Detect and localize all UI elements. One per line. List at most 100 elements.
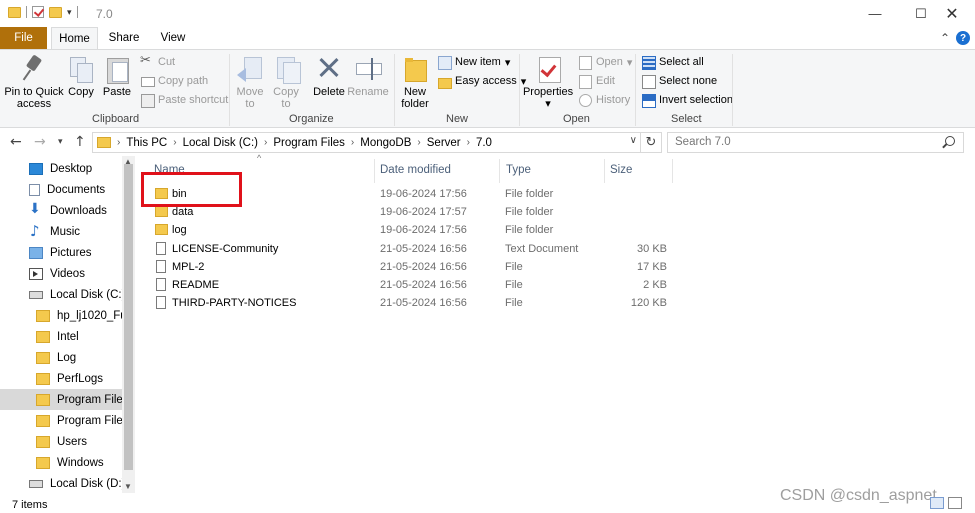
- view-toggle: [930, 497, 962, 509]
- column-header-date-modified[interactable]: Date modified: [380, 159, 451, 180]
- collapse-ribbon-icon[interactable]: ⌃: [940, 31, 950, 45]
- new-folder-icon[interactable]: [49, 6, 62, 18]
- sidebar-item-windows[interactable]: Windows: [0, 452, 122, 473]
- forward-arrow-icon[interactable]: →: [34, 134, 46, 150]
- customize-dropdown-icon[interactable]: ▾: [67, 7, 72, 18]
- scroll-up-icon[interactable]: ▲: [124, 157, 132, 166]
- breadcrumb-program-files[interactable]: Program Files: [273, 137, 345, 149]
- breadcrumb-this-pc[interactable]: This PC: [126, 137, 167, 149]
- chevron-right-icon[interactable]: ›: [467, 137, 470, 148]
- up-arrow-icon[interactable]: ↑: [74, 134, 86, 150]
- navigation-bar: ← → ▾ ↑ › This PC › Local Disk (C:) › Pr…: [0, 129, 975, 156]
- help-icon[interactable]: ?: [956, 31, 970, 45]
- invert-selection-label: Invert selection: [659, 94, 733, 106]
- chevron-right-icon[interactable]: ›: [351, 137, 354, 148]
- large-icons-view-icon[interactable]: [948, 497, 962, 509]
- chevron-right-icon[interactable]: ›: [264, 137, 267, 148]
- paste-button[interactable]: Paste: [102, 54, 132, 98]
- watermark: CSDN @csdn_aspnet: [780, 487, 937, 504]
- sidebar-item-local-disk-d[interactable]: Local Disk (D:): [0, 473, 122, 493]
- cut-button[interactable]: Cut: [140, 53, 175, 71]
- sidebar-item-log[interactable]: Log: [0, 347, 122, 368]
- copy-to-button[interactable]: Copy to: [270, 54, 302, 110]
- sidebar-item-intel[interactable]: Intel: [0, 326, 122, 347]
- breadcrumb-local-disk-c[interactable]: Local Disk (C:): [183, 137, 258, 149]
- breadcrumb-server[interactable]: Server: [427, 137, 461, 149]
- history-button[interactable]: History: [578, 91, 630, 109]
- group-label-open: Open: [563, 113, 590, 125]
- new-folder-button[interactable]: New folder: [399, 54, 431, 110]
- details-view-icon[interactable]: [930, 497, 944, 509]
- sidebar-item-perflogs[interactable]: PerfLogs: [0, 368, 122, 389]
- minimize-button[interactable]: —: [852, 0, 898, 27]
- column-divider[interactable]: [672, 159, 673, 183]
- folder-icon: [36, 435, 50, 448]
- sidebar-item-music[interactable]: Music: [0, 221, 122, 242]
- column-header-size[interactable]: Size: [610, 159, 632, 180]
- back-arrow-icon[interactable]: ←: [10, 134, 22, 150]
- sidebar-item-local-disk-c[interactable]: Local Disk (C:): [0, 284, 122, 305]
- column-divider[interactable]: [374, 159, 375, 183]
- file-row-log[interactable]: log 19-06-2024 17:56 File folder: [150, 221, 670, 239]
- pin-to-quick-access-button[interactable]: Pin to Quick access: [4, 54, 64, 110]
- sidebar-item-program-files[interactable]: Program Files: [0, 389, 122, 410]
- paste-shortcut-button[interactable]: Paste shortcut: [140, 91, 228, 109]
- chevron-right-icon[interactable]: ›: [117, 137, 120, 148]
- address-dropdown-icon[interactable]: ∨: [630, 135, 637, 146]
- sidebar-item-desktop[interactable]: Desktop: [0, 158, 122, 179]
- file-row-readme[interactable]: README 21-05-2024 16:56 File 2 KB: [150, 276, 670, 294]
- delete-button[interactable]: Delete: [312, 54, 346, 98]
- address-bar[interactable]: › This PC › Local Disk (C:) › Program Fi…: [92, 132, 641, 153]
- open-button[interactable]: Open ▾: [578, 53, 632, 71]
- tab-view[interactable]: View: [155, 27, 191, 49]
- sidebar-item-hp-lj1020[interactable]: hp_lj1020_Full_: [0, 305, 122, 326]
- tab-share[interactable]: Share: [104, 27, 144, 49]
- chevron-right-icon[interactable]: ›: [173, 137, 176, 148]
- easy-access-button[interactable]: Easy access ▾: [437, 72, 526, 90]
- file-row-third-party-notices[interactable]: THIRD-PARTY-NOTICES 21-05-2024 16:56 Fil…: [150, 294, 670, 312]
- new-folder-label: New folder: [401, 86, 429, 110]
- drive-icon: [29, 290, 43, 299]
- edit-button[interactable]: Edit: [578, 72, 615, 90]
- select-none-button[interactable]: Select none: [641, 72, 717, 90]
- search-icon[interactable]: [945, 136, 955, 146]
- refresh-button[interactable]: ↻: [641, 132, 662, 153]
- search-input[interactable]: Search 7.0: [667, 132, 964, 153]
- sidebar-item-pictures[interactable]: Pictures: [0, 242, 122, 263]
- delete-label: Delete: [313, 86, 345, 98]
- properties-check-icon[interactable]: [32, 6, 44, 18]
- folder-icon[interactable]: [8, 6, 21, 18]
- file-row-license-community[interactable]: LICENSE-Community 21-05-2024 16:56 Text …: [150, 240, 670, 258]
- column-header-type[interactable]: Type: [506, 159, 531, 180]
- copy-path-button[interactable]: Copy path: [140, 72, 208, 90]
- recent-locations-icon[interactable]: ▾: [58, 137, 63, 147]
- tab-file[interactable]: File: [0, 27, 47, 49]
- sidebar-item-downloads[interactable]: Downloads: [0, 200, 122, 221]
- sidebar-item-program-files-x86[interactable]: Program Files (: [0, 410, 122, 431]
- scroll-down-icon[interactable]: ▼: [124, 482, 132, 491]
- new-folder-icon: [400, 54, 430, 84]
- scrollbar-thumb[interactable]: [124, 164, 133, 470]
- sidebar-item-label: Users: [57, 435, 88, 448]
- chevron-right-icon[interactable]: ›: [417, 137, 420, 148]
- sidebar-item-videos[interactable]: Videos: [0, 263, 122, 284]
- sidebar-item-documents[interactable]: Documents: [0, 179, 122, 200]
- move-to-button[interactable]: Move to: [234, 54, 266, 110]
- breadcrumb-mongodb[interactable]: MongoDB: [360, 137, 411, 149]
- properties-button[interactable]: Properties ▾: [523, 54, 573, 110]
- invert-selection-button[interactable]: Invert selection: [641, 91, 733, 109]
- column-divider[interactable]: [604, 159, 605, 183]
- sidebar-scrollbar[interactable]: [122, 156, 135, 493]
- sidebar-item-users[interactable]: Users: [0, 431, 122, 452]
- column-divider[interactable]: [499, 159, 500, 183]
- tab-home[interactable]: Home: [51, 27, 98, 50]
- select-all-button[interactable]: Select all: [641, 53, 704, 71]
- rename-button[interactable]: Rename: [347, 54, 389, 98]
- file-row-mpl-2[interactable]: MPL-2 21-05-2024 16:56 File 17 KB: [150, 258, 670, 276]
- breadcrumb-7-0[interactable]: 7.0: [476, 137, 492, 149]
- copy-button[interactable]: Copy: [66, 54, 96, 98]
- new-item-button[interactable]: New item ▾: [437, 53, 510, 71]
- music-icon: [29, 222, 43, 240]
- close-button[interactable]: ✕: [929, 0, 975, 27]
- copy-path-label: Copy path: [158, 75, 209, 87]
